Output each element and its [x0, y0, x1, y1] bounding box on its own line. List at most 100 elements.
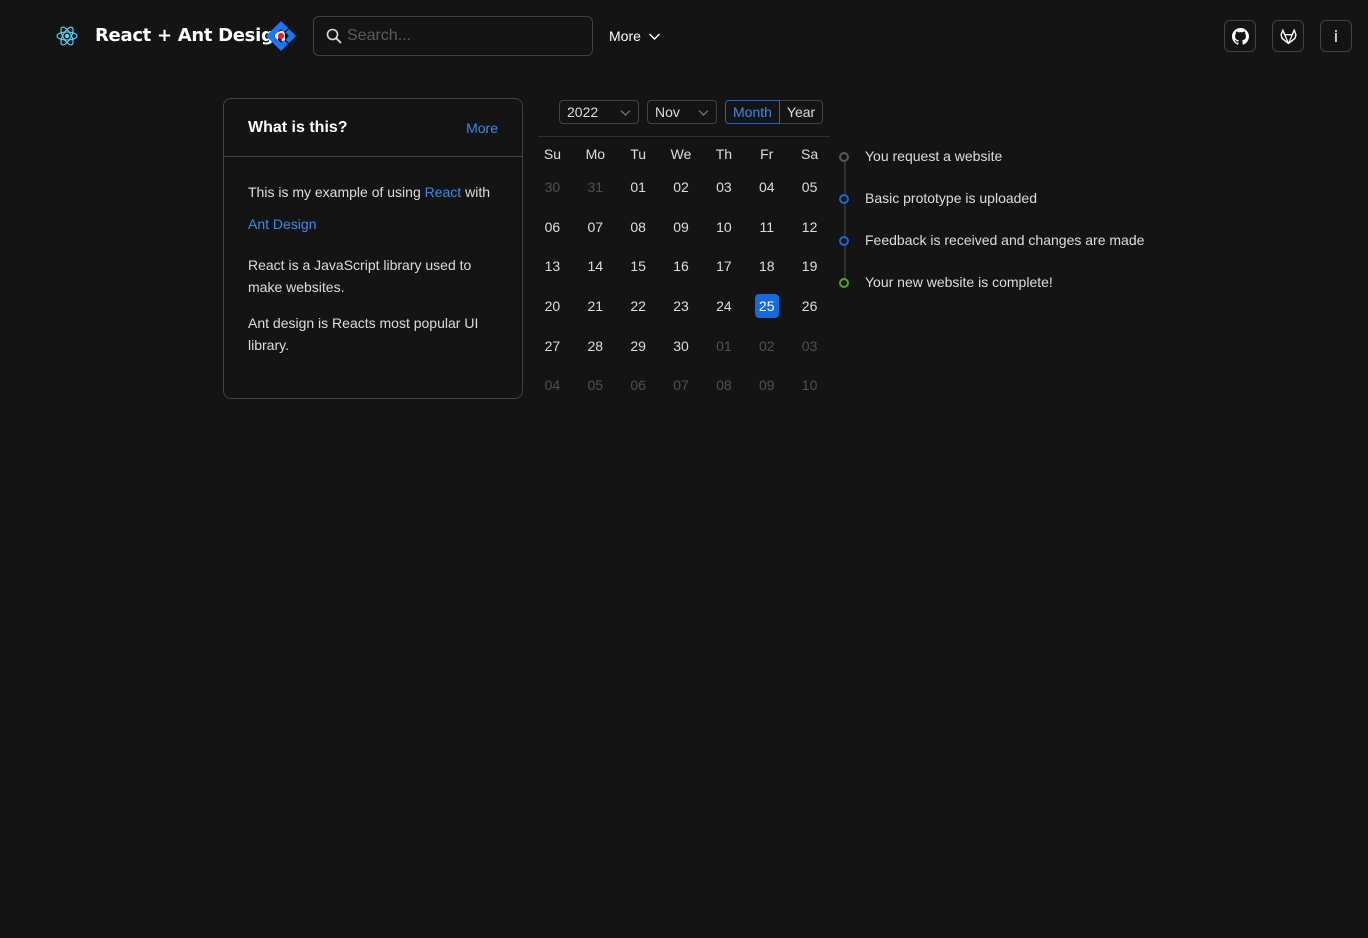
github-icon: [1231, 27, 1249, 45]
calendar-day[interactable]: 04: [745, 179, 788, 195]
calendar-day[interactable]: 02: [660, 179, 703, 195]
react-link[interactable]: React: [425, 184, 462, 200]
calendar-day[interactable]: 30: [660, 338, 703, 354]
calendar-day[interactable]: 06: [531, 219, 574, 235]
calendar-day[interactable]: 14: [574, 258, 617, 274]
info-button[interactable]: i: [1320, 20, 1352, 52]
calendar-day[interactable]: 08: [617, 219, 660, 235]
calendar-day[interactable]: 21: [574, 298, 617, 314]
calendar-day[interactable]: 02: [745, 338, 788, 354]
year-select[interactable]: 2022: [559, 100, 639, 124]
timeline-dot-icon: [839, 152, 849, 162]
calendar-day-number: 20: [544, 297, 561, 314]
github-button[interactable]: [1224, 20, 1256, 52]
ant-design-logo-icon[interactable]: [263, 18, 299, 54]
weekday-label: Th: [715, 145, 733, 162]
calendar-day-number: 17: [716, 258, 732, 275]
calendar-day-number: 09: [673, 218, 689, 235]
calendar-day[interactable]: 26: [788, 298, 831, 314]
calendar-header: 2022 Nov Month Year: [559, 100, 824, 124]
calendar-day[interactable]: 20: [531, 298, 574, 314]
calendar-day[interactable]: 07: [660, 377, 703, 393]
calendar-day[interactable]: 16: [660, 258, 703, 274]
calendar-day[interactable]: 01: [702, 338, 745, 354]
timeline-item: You request a website: [838, 145, 1144, 187]
calendar-day[interactable]: 05: [788, 179, 831, 195]
calendar-day-selected[interactable]: 25: [745, 293, 788, 318]
calendar-day-number: 07: [673, 377, 689, 394]
search-icon: [326, 28, 342, 44]
calendar-day[interactable]: 09: [660, 219, 703, 235]
calendar-day[interactable]: 07: [574, 219, 617, 235]
mode-month-button[interactable]: Month: [725, 100, 780, 124]
calendar-day[interactable]: 03: [702, 179, 745, 195]
calendar-day[interactable]: 30: [531, 179, 574, 195]
calendar-day-number: 18: [758, 258, 775, 275]
gitlab-icon: [1279, 28, 1297, 44]
weekday-header-row: Su Mo Tu We Th Fr Sa: [531, 140, 831, 167]
calendar-day[interactable]: 15: [617, 258, 660, 274]
calendar-day[interactable]: 03: [788, 338, 831, 354]
calendar-day-number: 08: [716, 377, 732, 394]
calendar-day[interactable]: 01: [617, 179, 660, 195]
search-box[interactable]: [313, 16, 593, 56]
react-logo-icon[interactable]: [55, 24, 79, 48]
mode-year-button[interactable]: Year: [779, 100, 824, 124]
calendar-day[interactable]: 06: [617, 377, 660, 393]
month-select[interactable]: Nov: [647, 100, 717, 124]
calendar-day[interactable]: 04: [531, 377, 574, 393]
calendar-week-row: 27 28 29 30 01 02 03: [531, 326, 831, 366]
calendar-day[interactable]: 17: [702, 258, 745, 274]
calendar-day[interactable]: 12: [788, 219, 831, 235]
calendar-day-number: 15: [630, 258, 646, 275]
calendar-day-number: 23: [673, 297, 689, 314]
calendar-day-number: 03: [801, 337, 818, 354]
calendar-day[interactable]: 22: [617, 298, 660, 314]
weekday-label: Mo: [585, 145, 606, 162]
calendar-day[interactable]: 24: [702, 298, 745, 314]
calendar-day[interactable]: 27: [531, 338, 574, 354]
calendar-day[interactable]: 18: [745, 258, 788, 274]
calendar-day[interactable]: 29: [617, 338, 660, 354]
card-paragraph-antd: Ant design is Reacts most popular UI lib…: [248, 315, 479, 353]
weekday-label: We: [670, 145, 692, 162]
calendar-day[interactable]: 31: [574, 179, 617, 195]
calendar-day-number: 02: [673, 178, 689, 195]
calendar-day[interactable]: 28: [574, 338, 617, 354]
calendar-day[interactable]: 05: [574, 377, 617, 393]
timeline-item: Your new website is complete!: [838, 271, 1144, 313]
brand-title[interactable]: React + Ant Design: [95, 25, 286, 46]
calendar-day-number: 01: [630, 178, 646, 195]
chevron-down-icon: [698, 109, 709, 116]
calendar-day-number: 04: [544, 377, 561, 394]
calendar-mode-toggle: Month Year: [725, 100, 824, 124]
calendar-day-number: 25: [754, 293, 779, 318]
calendar-day[interactable]: 08: [702, 377, 745, 393]
search-input[interactable]: [347, 27, 577, 45]
calendar-day[interactable]: 09: [745, 377, 788, 393]
timeline-dot-icon: [839, 278, 849, 288]
more-menu[interactable]: More: [609, 28, 661, 44]
calendar-week-row: 30 31 01 02 03 04 05: [531, 167, 831, 207]
gitlab-button[interactable]: [1272, 20, 1304, 52]
info-card: What is this? More This is my example of…: [223, 98, 523, 399]
more-menu-label: More: [609, 28, 641, 44]
calendar-day[interactable]: 13: [531, 258, 574, 274]
calendar-day-number: 27: [544, 337, 561, 354]
timeline-dot-icon: [839, 236, 849, 246]
calendar-day-number: 05: [587, 377, 604, 394]
calendar-day[interactable]: 23: [660, 298, 703, 314]
card-header: What is this? More: [224, 99, 522, 157]
calendar-day[interactable]: 10: [788, 377, 831, 393]
calendar-day[interactable]: 10: [702, 219, 745, 235]
card-more-link[interactable]: More: [466, 120, 498, 136]
intro-prefix: This is my example of using: [248, 184, 421, 200]
calendar-day[interactable]: 19: [788, 258, 831, 274]
calendar-day-number: 02: [758, 337, 775, 354]
ant-design-link[interactable]: Ant Design: [248, 216, 316, 232]
calendar-day[interactable]: 11: [745, 219, 788, 235]
calendar-day-number: 01: [716, 337, 732, 354]
intro-mid: with: [465, 184, 490, 200]
timeline-items: You request a website Basic prototype is …: [838, 145, 1144, 313]
calendar-week-row: 13 14 15 16 17 18 19: [531, 246, 831, 286]
